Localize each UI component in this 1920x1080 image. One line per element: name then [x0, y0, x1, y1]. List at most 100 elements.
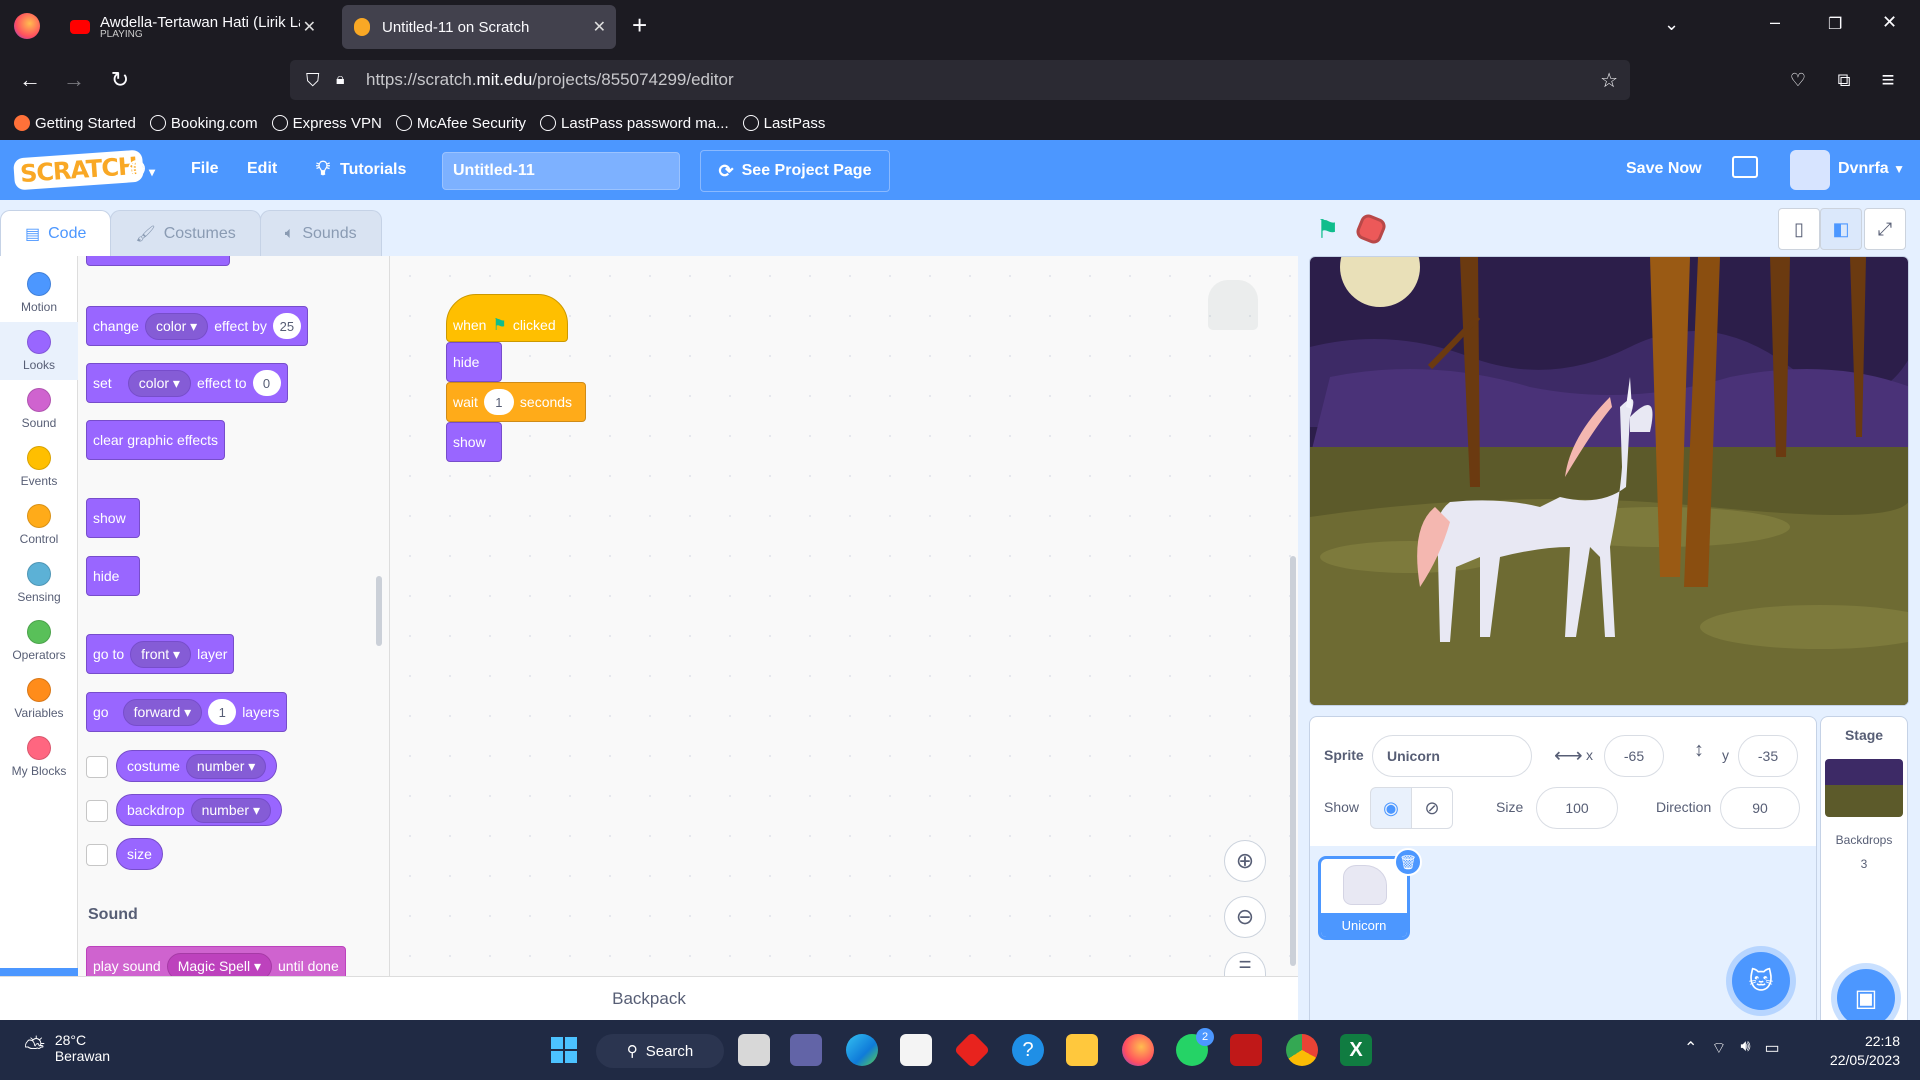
category-sensing[interactable]: Sensing	[0, 554, 78, 612]
excel-icon[interactable]: X	[1340, 1034, 1372, 1066]
stage-selector[interactable]: Stage Backdrops 3 ▣	[1820, 716, 1908, 1027]
effect-dropdown[interactable]: color ▾	[127, 369, 191, 397]
effect-dropdown[interactable]: color ▾	[144, 312, 209, 340]
direction-input[interactable]: 90	[1720, 787, 1800, 829]
url-bar[interactable]: ⛉ 🔒︎ https://scratch. mit.edu/projects/85…	[290, 60, 1630, 100]
restore-icon[interactable]: ❐	[1828, 14, 1842, 34]
bookmark-mcafee[interactable]: McAfee Security	[395, 115, 526, 132]
stage-canvas[interactable]	[1309, 256, 1909, 706]
tab-scratch[interactable]: Untitled-11 on Scratch ✕	[342, 5, 616, 49]
pocket-icon[interactable]: ♡	[1782, 64, 1814, 96]
block-hide[interactable]: hide	[446, 342, 502, 382]
block-hide[interactable]: hide	[86, 556, 140, 596]
backdrop-dropdown[interactable]: number ▾	[190, 797, 271, 823]
checkbox-size[interactable]	[86, 844, 108, 866]
block-play-sound-until-done[interactable]: play sound Magic Spell ▾ until done	[86, 946, 346, 976]
category-sound[interactable]: Sound	[0, 380, 78, 438]
block-go-to-layer[interactable]: go to front ▾ layer	[86, 634, 235, 674]
close-icon[interactable]: ✕	[593, 17, 606, 37]
reporter-costume[interactable]: costume number ▾	[116, 750, 278, 782]
block-clear-graphic-effects[interactable]: clear graphic effects	[86, 420, 226, 460]
choose-sprite-button[interactable]: 🐱︎	[1732, 952, 1790, 1010]
stop-icon[interactable]	[1354, 212, 1388, 246]
task-view-icon[interactable]	[738, 1034, 770, 1066]
block-partial-top[interactable]	[86, 256, 230, 266]
scratch-logo[interactable]: SCRATCH	[13, 149, 145, 191]
show-hidden-button[interactable]: ⊘	[1411, 787, 1453, 829]
bookmark-expressvpn[interactable]: Express VPN	[271, 115, 382, 132]
reload-icon[interactable]: ↻	[104, 64, 136, 96]
firefox-icon[interactable]	[14, 13, 40, 39]
script-workspace[interactable]: when ⚑ clicked hide wait 1 seconds show …	[390, 256, 1298, 977]
normal-stage-icon[interactable]: ◧	[1820, 208, 1862, 250]
zoom-out-icon[interactable]: ⊖	[1224, 896, 1266, 938]
clock[interactable]: 22:18 22/05/2023	[1830, 1032, 1900, 1070]
costume-dropdown[interactable]: number ▾	[185, 753, 267, 779]
category-my-blocks[interactable]: My Blocks	[0, 728, 78, 786]
number-input[interactable]: 25	[272, 313, 301, 339]
block-wait-seconds[interactable]: wait 1 seconds	[446, 382, 586, 422]
category-motion[interactable]: Motion	[0, 266, 78, 322]
zoom-reset-icon[interactable]: =	[1224, 952, 1266, 977]
app-red-diamond-icon[interactable]	[953, 1031, 991, 1069]
teams-icon[interactable]	[790, 1034, 822, 1066]
back-icon[interactable]: ←	[14, 64, 46, 96]
workspace-scrollbar[interactable]	[1290, 556, 1296, 966]
weather-widget[interactable]: ⛅︎ 28°C Berawan	[24, 1032, 110, 1064]
bookmark-lastpass[interactable]: LastPass	[742, 115, 825, 132]
block-change-effect[interactable]: change color ▾ effect by 25	[86, 306, 308, 346]
x-input[interactable]: -65	[1604, 735, 1664, 777]
window-close-icon[interactable]: ✕	[1882, 12, 1897, 33]
y-input[interactable]: -35	[1738, 735, 1798, 777]
block-show[interactable]: show	[446, 422, 502, 462]
account-menu[interactable]: Dvnrfa ▼	[1838, 160, 1905, 178]
language-globe-icon[interactable]: 🌐︎ ▾	[128, 156, 155, 182]
category-looks[interactable]: Looks	[0, 322, 78, 380]
firefox-taskbar-icon[interactable]	[1122, 1034, 1154, 1066]
fullscreen-icon[interactable]: ⤢	[1864, 208, 1906, 250]
close-icon[interactable]: ✕	[303, 17, 316, 37]
reporter-size[interactable]: size	[116, 838, 163, 870]
taskbar-search[interactable]: ⚲ Search	[596, 1034, 724, 1068]
number-input[interactable]: 1	[208, 699, 237, 725]
show-visible-button[interactable]: ◉	[1370, 787, 1412, 829]
tab-costumes[interactable]: 🖌︎ Costumes	[110, 210, 261, 256]
size-input[interactable]: 100	[1536, 787, 1618, 829]
list-tabs-icon[interactable]: ⌄	[1664, 14, 1679, 35]
checkbox-backdrop[interactable]	[86, 800, 108, 822]
layer-dropdown[interactable]: front ▾	[130, 640, 192, 668]
block-set-effect[interactable]: set color ▾ effect to 0	[86, 363, 288, 403]
tab-code[interactable]: ▤ Code	[0, 210, 112, 256]
block-go-layers[interactable]: go forward ▾ 1 layers	[86, 692, 287, 732]
chrome-icon[interactable]	[1286, 1034, 1318, 1066]
wait-input[interactable]: 1	[483, 389, 514, 415]
bookmark-lastpass-manager[interactable]: LastPass password ma...	[540, 115, 729, 132]
windows-start-icon[interactable]	[548, 1034, 580, 1066]
backpack[interactable]: Backpack	[0, 976, 1298, 1020]
block-when-flag-clicked[interactable]: when ⚑ clicked	[446, 294, 568, 342]
bookmark-booking[interactable]: Booking.com	[149, 115, 258, 132]
sound-dropdown[interactable]: Magic Spell ▾	[166, 952, 273, 976]
file-menu[interactable]: File	[191, 160, 219, 178]
block-show[interactable]: show	[86, 498, 140, 538]
help-icon[interactable]: ?	[1012, 1034, 1044, 1066]
minimize-icon[interactable]: –	[1770, 12, 1780, 33]
new-tab-icon[interactable]: +	[632, 10, 647, 41]
category-variables[interactable]: Variables	[0, 670, 78, 728]
category-events[interactable]: Events	[0, 438, 78, 496]
save-now-button[interactable]: Save Now	[1626, 160, 1702, 178]
palette-scrollbar[interactable]	[376, 576, 382, 646]
extensions-icon[interactable]: ⧉	[1828, 64, 1860, 96]
green-flag-icon[interactable]: ⚑	[1316, 214, 1339, 245]
tutorials-button[interactable]: 💡︎ Tutorials	[316, 158, 406, 181]
small-stage-icon[interactable]: ▯	[1778, 208, 1820, 250]
mcafee-icon[interactable]	[1230, 1034, 1262, 1066]
store-icon[interactable]	[900, 1034, 932, 1066]
avatar[interactable]	[1790, 150, 1830, 190]
zoom-in-icon[interactable]: ⊕	[1224, 840, 1266, 882]
project-title-input[interactable]: Untitled-11	[442, 152, 680, 190]
tab-sounds[interactable]: 🔈︎ Sounds	[259, 210, 382, 256]
forward-icon[interactable]: →	[58, 64, 90, 96]
category-operators[interactable]: Operators	[0, 612, 78, 670]
my-stuff-folder-icon[interactable]	[1732, 156, 1758, 178]
